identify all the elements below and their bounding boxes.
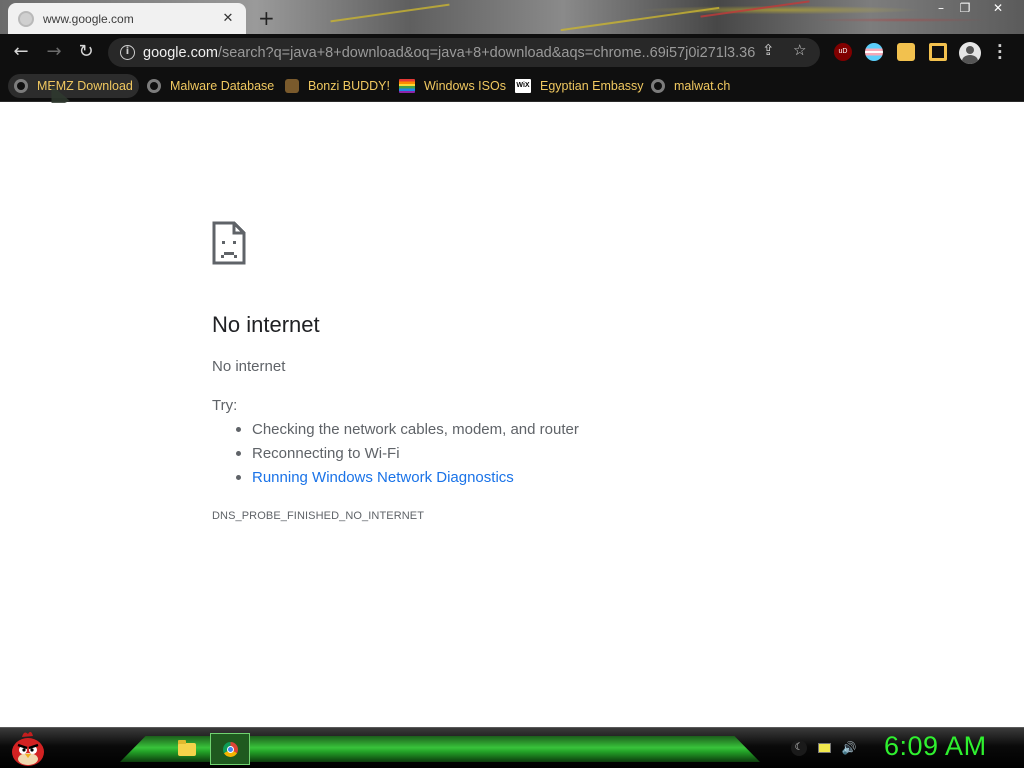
taskbar: ☾ 🔊 6:09 AM — [0, 727, 1024, 768]
bookmark-label: Bonzi BUDDY! — [308, 79, 390, 93]
globe-icon — [651, 79, 665, 93]
bookmark-label: Egyptian Embassy — [540, 79, 644, 93]
suggestion-reconnect-wifi: Reconnecting to Wi-Fi — [236, 444, 579, 468]
new-tab-plus-icon[interactable]: + — [258, 6, 275, 30]
tab-strip: www.google.com ✕ + – ❐ ✕ — [0, 0, 1024, 34]
bookmark-label: Malware Database — [170, 79, 275, 93]
share-icon[interactable]: ⇪ — [762, 41, 775, 59]
suggestion-check-cables: Checking the network cables, modem, and … — [236, 420, 579, 444]
wallpaper-streak — [330, 3, 450, 23]
error-subtitle: No internet — [212, 358, 286, 375]
start-button-angry-bird-icon[interactable] — [8, 729, 48, 767]
globe-icon — [147, 79, 161, 93]
try-label: Try: — [212, 397, 238, 414]
url-path: /search?q=java+8+download&oq=java+8+down… — [217, 44, 755, 61]
action-center-icon[interactable] — [816, 740, 832, 756]
bookmark-egyptian-embassy[interactable]: WiX Egyptian Embassy — [509, 74, 650, 98]
rainbow-flag-icon — [399, 79, 415, 93]
forward-button[interactable]: → — [43, 42, 65, 64]
error-page: No internet No internet Try: Checking th… — [0, 103, 1024, 727]
flag-extension-icon[interactable] — [865, 43, 883, 61]
chrome-taskbar-icon[interactable] — [210, 733, 250, 765]
file-explorer-icon[interactable] — [173, 735, 201, 763]
bookmark-label: Windows ISOs — [424, 79, 506, 93]
taskbar-clock[interactable]: 6:09 AM — [884, 731, 987, 762]
chrome-menu-icon[interactable]: · · · — [997, 39, 1003, 66]
bookmark-bonzi-buddy[interactable]: Bonzi BUDDY! — [279, 74, 396, 98]
bookmark-memz-download[interactable]: MEMZ Download — [8, 74, 139, 98]
reload-button[interactable]: ↻ — [75, 42, 97, 64]
url-host: google.com — [143, 44, 218, 61]
wix-icon: WiX — [515, 79, 531, 93]
network-diagnostics-link[interactable]: Running Windows Network Diagnostics — [236, 468, 579, 492]
site-info-icon[interactable]: i — [120, 45, 135, 60]
extensions-puzzle-icon[interactable] — [897, 43, 915, 61]
tray-app-icon[interactable]: ☾ — [791, 740, 807, 756]
sad-document-icon — [212, 221, 246, 265]
wallpaper-streak — [560, 6, 720, 32]
error-title: No internet — [212, 312, 320, 337]
globe-icon — [14, 79, 28, 93]
bookmark-label: malwat.ch — [674, 79, 731, 93]
bookmark-star-icon[interactable]: ☆ — [793, 41, 806, 59]
browser-toolbar: ← → ↻ i google.com/search?q=java+8+downl… — [0, 34, 1024, 70]
suggestion-list: Checking the network cables, modem, and … — [236, 420, 579, 492]
restore-button[interactable]: ❐ — [950, 0, 980, 18]
address-bar[interactable]: i google.com/search?q=java+8+download&oq… — [108, 38, 820, 67]
volume-icon[interactable]: 🔊 — [841, 740, 857, 756]
error-code: DNS_PROBE_FINISHED_NO_INTERNET — [212, 510, 425, 522]
profile-avatar-icon[interactable] — [959, 42, 981, 64]
close-window-button[interactable]: ✕ — [983, 0, 1013, 18]
bonzi-buddy-icon — [285, 79, 299, 93]
bookmarks-bar: MEMZ Download Malware Database Bonzi BUD… — [0, 70, 1024, 102]
ublock-origin-icon[interactable]: uD — [834, 43, 852, 61]
side-panel-icon[interactable] — [929, 43, 947, 61]
tab-close-icon[interactable]: ✕ — [220, 11, 236, 26]
tab-favicon-icon — [18, 10, 34, 27]
bookmark-malwatch[interactable]: malwat.ch — [645, 74, 736, 98]
bookmark-windows-isos[interactable]: Windows ISOs — [393, 74, 512, 98]
browser-tab[interactable]: www.google.com ✕ — [8, 3, 246, 34]
tab-title: www.google.com — [43, 11, 134, 26]
back-button[interactable]: ← — [10, 42, 32, 64]
bookmark-malware-database[interactable]: Malware Database — [141, 74, 280, 98]
url-text[interactable]: google.com/search?q=java+8+download&oq=j… — [143, 45, 755, 61]
